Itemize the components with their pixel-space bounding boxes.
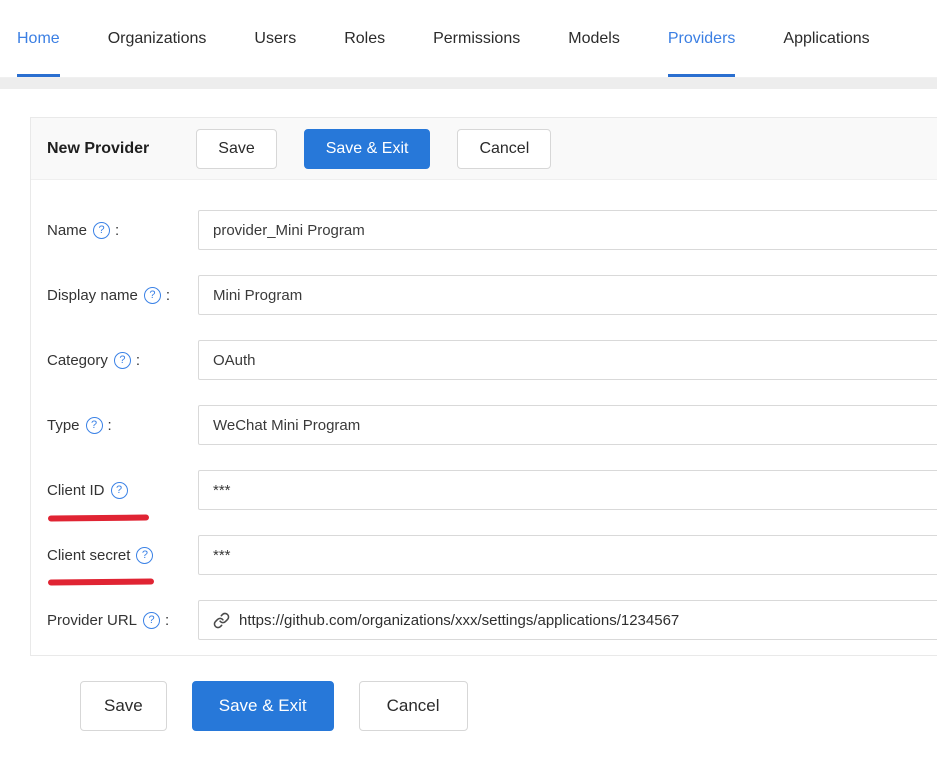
category-label-text: Category [47,352,108,369]
page-divider-band [0,78,937,89]
type-select-wrap [198,405,937,445]
name-label: Name ? : [47,210,119,250]
tab-permissions[interactable]: Permissions [433,0,520,77]
name-label-text: Name [47,222,87,239]
new-provider-card: New Provider Save Save & Exit Cancel Nam… [30,117,937,656]
display-name-input[interactable] [198,275,937,315]
type-label-text: Type [47,417,80,434]
red-marker-underline [48,514,149,521]
form-row-client-id: Client ID ? [31,470,937,510]
client-id-label-text: Client ID [47,482,105,499]
tab-organizations[interactable]: Organizations [108,0,207,77]
provider-url-input-wrap [198,600,937,640]
name-input-wrap [198,210,937,250]
tab-models[interactable]: Models [568,0,620,77]
top-nav: Home Organizations Users Roles Permissio… [0,0,937,78]
category-label: Category ? : [47,340,140,380]
client-id-input-wrap [198,470,937,510]
client-id-label: Client ID ? [47,470,128,510]
label-colon: : [115,222,119,239]
form-row-type: Type ? : [31,405,937,445]
type-label: Type ? : [47,405,112,445]
cancel-button[interactable]: Cancel [457,129,551,169]
provider-url-input[interactable] [239,612,937,629]
card-header: New Provider Save Save & Exit Cancel [31,118,937,180]
question-circle-icon[interactable]: ? [86,417,103,434]
form-row-category: Category ? : [31,340,937,380]
label-colon: : [136,352,140,369]
category-select[interactable] [198,340,937,380]
client-secret-input[interactable] [198,535,937,575]
client-id-input[interactable] [198,470,937,510]
page-title: New Provider [47,140,149,158]
name-input[interactable] [198,210,937,250]
form-row-provider-url: Provider URL ? : [31,600,937,640]
tab-applications[interactable]: Applications [783,0,869,77]
display-name-input-wrap [198,275,937,315]
question-circle-icon[interactable]: ? [136,547,153,564]
provider-url-field [198,600,937,640]
type-select[interactable] [198,405,937,445]
tab-roles[interactable]: Roles [344,0,385,77]
link-icon [213,612,230,629]
question-circle-icon[interactable]: ? [144,287,161,304]
save-button-bottom[interactable]: Save [80,681,167,731]
question-circle-icon[interactable]: ? [143,612,160,629]
provider-url-label-text: Provider URL [47,612,137,629]
save-exit-button[interactable]: Save & Exit [304,129,431,169]
question-circle-icon[interactable]: ? [93,222,110,239]
form-row-name: Name ? : [31,210,937,250]
save-exit-button-bottom[interactable]: Save & Exit [192,681,334,731]
label-colon: : [166,287,170,304]
client-secret-label: Client secret ? [47,535,153,575]
tab-users[interactable]: Users [254,0,296,77]
form-row-display-name: Display name ? : [31,275,937,315]
label-colon: : [108,417,112,434]
red-marker-underline [48,578,154,585]
cancel-button-bottom[interactable]: Cancel [359,681,468,731]
form-row-client-secret: Client secret ? [31,535,937,575]
tab-home[interactable]: Home [17,0,60,77]
display-name-label-text: Display name [47,287,138,304]
provider-form: Name ? : Display name ? : Category ? : [31,180,937,655]
client-secret-label-text: Client secret [47,547,130,564]
footer-actions: Save Save & Exit Cancel [80,681,937,731]
question-circle-icon[interactable]: ? [114,352,131,369]
label-colon: : [165,612,169,629]
tab-providers[interactable]: Providers [668,0,736,77]
category-select-wrap [198,340,937,380]
client-secret-input-wrap [198,535,937,575]
save-button[interactable]: Save [196,129,276,169]
provider-url-label: Provider URL ? : [47,600,169,640]
question-circle-icon[interactable]: ? [111,482,128,499]
display-name-label: Display name ? : [47,275,170,315]
